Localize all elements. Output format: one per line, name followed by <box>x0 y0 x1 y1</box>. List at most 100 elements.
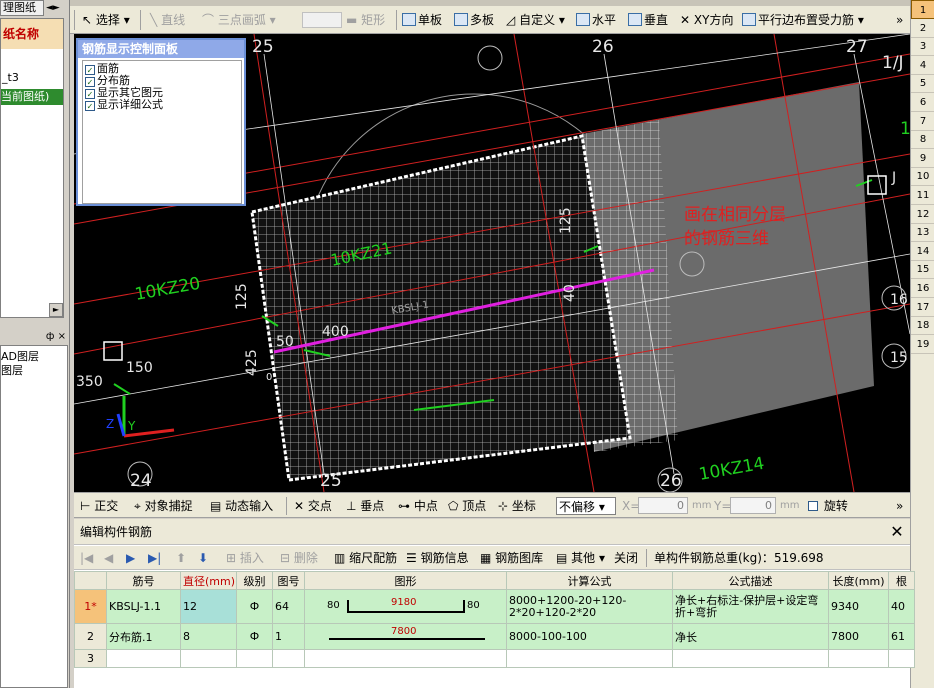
rotate-checkbox[interactable]: 旋转 <box>808 497 848 515</box>
table-row[interactable]: 2 分布筋.1 8 Ф 1 7800 8000-100-100 净长 7800 … <box>74 623 915 650</box>
row-ruler-item[interactable]: 17 <box>911 298 934 317</box>
single-board-button[interactable]: 单板 <box>402 10 442 30</box>
row-ruler-item[interactable]: 12 <box>911 205 934 224</box>
checkbox-checked-icon[interactable]: ✓ <box>85 65 95 75</box>
line-button[interactable]: ╲ 直线 <box>150 10 185 30</box>
move-up-icon[interactable]: ⬆ <box>176 549 186 567</box>
cell-shape[interactable] <box>304 649 507 668</box>
row-ruler-item[interactable]: 16 <box>911 279 934 298</box>
offset-mode-select[interactable]: 不偏移 ▾ <box>556 497 616 515</box>
rect-button[interactable]: ▬ 矩形 <box>346 10 385 30</box>
scale-rebar-button[interactable]: ▥ 缩尺配筋 <box>334 549 397 567</box>
cell-diameter[interactable] <box>180 649 237 668</box>
vertical-button[interactable]: 垂直 <box>628 10 668 30</box>
parallel-edge-button[interactable]: 平行边布置受力筋 ▾ <box>742 10 864 30</box>
row-ruler-item[interactable]: 7 <box>911 112 934 131</box>
cell-formula[interactable]: 8000-100-100 <box>506 623 673 650</box>
vertex-button[interactable]: ⬠ 顶点 <box>448 497 486 515</box>
row-ruler-item[interactable]: 19 <box>911 335 934 354</box>
cell-count[interactable] <box>888 649 915 668</box>
cell-description[interactable]: 净长 <box>672 623 829 650</box>
row-ruler-item[interactable]: 18 <box>911 316 934 336</box>
cell-name[interactable]: KBSLJ-1.1 <box>106 589 181 624</box>
cell-length[interactable] <box>828 649 889 668</box>
intersection-button[interactable]: ✕ 交点 <box>294 497 332 515</box>
y-input[interactable]: 0 <box>730 497 776 514</box>
xy-direction-button[interactable]: ✕ XY方向 <box>680 10 733 30</box>
tab-scroll-arrows[interactable]: ◄► <box>46 1 66 15</box>
checkbox-checked-icon[interactable]: ✓ <box>85 77 95 87</box>
cell-formula[interactable]: 8000+1200-20+120-2*20+120-2*20 <box>506 589 673 624</box>
perpendicular-button[interactable]: ⊥ 垂点 <box>346 497 384 515</box>
column-marker[interactable] <box>103 341 123 361</box>
col-header-shape[interactable]: 图形 <box>304 571 507 590</box>
cell-name[interactable] <box>106 649 181 668</box>
checkbox-checked-icon[interactable]: ✓ <box>85 89 95 99</box>
drawing-item[interactable]: _t3 <box>1 71 63 85</box>
cell-length[interactable]: 7800 <box>828 623 889 650</box>
cell-grade[interactable] <box>236 649 273 668</box>
col-header-count[interactable]: 根 <box>888 571 915 590</box>
row-ruler-item[interactable]: 1 <box>911 0 934 19</box>
insert-button[interactable]: ⊞ 插入 <box>226 549 264 567</box>
table-row[interactable]: 3 <box>74 649 915 668</box>
checkbox-checked-icon[interactable]: ✓ <box>85 101 95 111</box>
col-header-name[interactable]: 筋号 <box>106 571 181 590</box>
row-ruler-item[interactable]: 13 <box>911 223 934 243</box>
other-button[interactable]: ▤ 其他 ▾ <box>556 549 605 567</box>
x-input[interactable]: 0 <box>638 497 688 514</box>
layer-item[interactable]: AD图层 <box>1 348 67 362</box>
rebar-mesh-board[interactable] <box>250 134 632 482</box>
snap-more-button[interactable]: » <box>896 497 903 515</box>
row-ruler-item[interactable]: 8 <box>911 130 934 150</box>
move-down-icon[interactable]: ⬇ <box>198 549 208 567</box>
row-ruler-item[interactable]: 9 <box>911 149 934 168</box>
cell-grade[interactable]: Ф <box>236 589 273 624</box>
cell-diameter[interactable]: 8 <box>180 623 237 650</box>
multi-board-button[interactable]: 多板 <box>454 10 494 30</box>
delete-button[interactable]: ⊟ 删除 <box>280 549 318 567</box>
col-header-grade[interactable]: 级别 <box>236 571 273 590</box>
col-header-description[interactable]: 公式描述 <box>672 571 829 590</box>
row-ruler-item[interactable]: 6 <box>911 93 934 112</box>
layer-item[interactable]: 图层 <box>1 362 67 376</box>
coordinate-button[interactable]: ⊹ 坐标 <box>498 497 536 515</box>
rebar-library-button[interactable]: ▦ 钢筋图库 <box>480 549 543 567</box>
close-button[interactable]: 关闭 <box>614 549 638 567</box>
prev-record-icon[interactable]: ◀ <box>104 549 113 567</box>
cell-figure[interactable]: 64 <box>272 589 305 624</box>
close-icon[interactable]: ✕ <box>888 522 906 542</box>
component-label-10kz14[interactable]: 10KZ14 <box>697 454 766 485</box>
scroll-right-icon[interactable]: ► <box>49 303 63 317</box>
col-header-formula[interactable]: 计算公式 <box>506 571 673 590</box>
col-header-length[interactable]: 长度(mm) <box>828 571 889 590</box>
cell-figure[interactable]: 1 <box>272 623 305 650</box>
cell-count[interactable]: 61 <box>888 623 915 650</box>
row-ruler-item[interactable]: 10 <box>911 167 934 187</box>
table-row[interactable]: 1* KBSLJ-1.1 12 Ф 64 80 9180 80 8000+120… <box>74 589 915 624</box>
checkbox-unchecked-icon[interactable] <box>808 501 818 511</box>
pin-icon[interactable]: ф <box>46 331 55 342</box>
row-ruler-item[interactable]: 15 <box>911 260 934 280</box>
option-show-formula[interactable]: ✓ 显示详细公式 <box>85 99 163 111</box>
column-marker[interactable] <box>867 175 887 195</box>
last-record-icon[interactable]: ▶| <box>148 549 161 567</box>
cell-count[interactable]: 40 <box>888 589 915 624</box>
row-ruler-item[interactable]: 4 <box>911 56 934 75</box>
next-record-icon[interactable]: ▶ <box>126 549 135 567</box>
row-number[interactable]: 2 <box>74 623 107 650</box>
cell-description[interactable] <box>672 649 829 668</box>
arc-button[interactable]: ⌒ 三点画弧 ▾ <box>202 10 276 30</box>
cell-description[interactable]: 净长+右标注-保护层+设定弯折+弯折 <box>672 589 829 624</box>
ortho-button[interactable]: ⊢ 正交 <box>80 497 118 515</box>
cell-name[interactable]: 分布筋.1 <box>106 623 181 650</box>
row-number[interactable]: 1* <box>74 589 107 624</box>
toolbar-more-button[interactable]: » <box>896 10 903 30</box>
row-ruler-item[interactable]: 3 <box>911 37 934 57</box>
cell-diameter[interactable]: 12 <box>180 589 237 624</box>
row-number[interactable]: 3 <box>74 649 107 668</box>
col-header-diameter[interactable]: 直径(mm) <box>180 571 237 590</box>
row-ruler-item[interactable]: 2 <box>911 19 934 38</box>
drawing-item-current[interactable]: 当前图纸) <box>1 89 63 105</box>
first-record-icon[interactable]: |◀ <box>80 549 93 567</box>
